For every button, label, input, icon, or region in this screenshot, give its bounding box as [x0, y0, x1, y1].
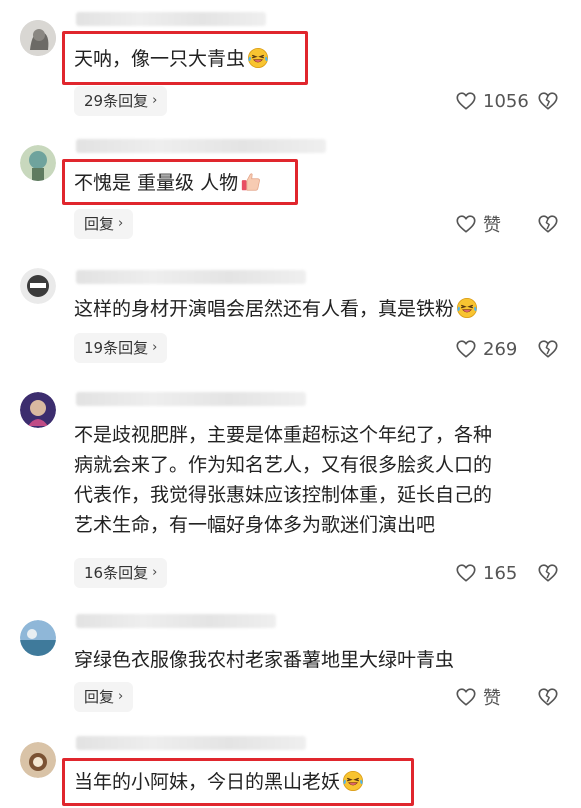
replies-button[interactable]: 29条回复 ›: [74, 86, 168, 116]
laugh-cry-emoji: [456, 297, 478, 319]
reply-button[interactable]: 回复 ›: [74, 209, 134, 239]
like-button[interactable]: 赞: [455, 682, 501, 712]
dislike-icon[interactable]: [537, 90, 559, 112]
avatar[interactable]: [20, 268, 56, 304]
comment-item: 当年的小阿妹，今日的黑山老妖: [0, 730, 581, 808]
like-button[interactable]: 165: [455, 558, 517, 588]
comment-item: 不愧是 重量级 人物 回复 › 赞: [0, 125, 581, 250]
username-blurred[interactable]: [76, 12, 266, 26]
comment-item: 不是歧视肥胖，主要是体重超标这个年纪了，各种 病就会来了。作为知名艺人，又有很多…: [0, 380, 581, 602]
comment-text: 天呐，像一只大青虫: [74, 44, 269, 74]
like-count: 165: [483, 562, 518, 584]
username-blurred[interactable]: [76, 392, 306, 406]
username-blurred[interactable]: [76, 736, 306, 750]
like-label: 赞: [483, 688, 501, 709]
like-button[interactable]: 269: [455, 334, 517, 364]
replies-button[interactable]: 16条回复 ›: [74, 558, 168, 588]
like-count: 1056: [483, 90, 529, 112]
heart-icon: [455, 90, 477, 112]
heart-icon: [455, 562, 477, 584]
username-blurred[interactable]: [76, 270, 306, 284]
dislike-icon[interactable]: [537, 213, 559, 235]
like-label: 赞: [483, 215, 501, 236]
dislike-icon[interactable]: [537, 338, 559, 360]
chevron-right-icon: ›: [152, 565, 158, 580]
comment-item: 天呐，像一只大青虫 29条回复 › 1056: [0, 0, 581, 125]
comment-text: 穿绿色衣服像我农村老家番薯地里大绿叶青虫: [74, 649, 455, 671]
avatar[interactable]: [20, 145, 56, 181]
like-count: 269: [483, 338, 518, 360]
like-button[interactable]: 赞: [455, 209, 501, 239]
thumbs-up-emoji: [240, 171, 262, 193]
username-blurred[interactable]: [76, 614, 276, 628]
heart-icon: [455, 213, 477, 235]
avatar[interactable]: [20, 620, 56, 656]
chevron-right-icon: ›: [118, 216, 124, 231]
avatar[interactable]: [20, 20, 56, 56]
comment-text: 不是歧视肥胖，主要是体重超标这个年纪了，各种 病就会来了。作为知名艺人，又有很多…: [74, 424, 493, 536]
comment-item: 穿绿色衣服像我农村老家番薯地里大绿叶青虫 回复 › 赞: [0, 602, 581, 730]
comment-text: 这样的身材开演唱会居然还有人看，真是铁粉: [74, 294, 478, 324]
dislike-icon[interactable]: [537, 562, 559, 584]
laugh-cry-emoji: [247, 47, 269, 69]
comment-item: 这样的身材开演唱会居然还有人看，真是铁粉 19条回复 › 269: [0, 250, 581, 380]
chevron-right-icon: ›: [118, 689, 124, 704]
avatar[interactable]: [20, 392, 56, 428]
like-button[interactable]: 1056: [455, 86, 529, 116]
dislike-icon[interactable]: [537, 686, 559, 708]
reply-button[interactable]: 回复 ›: [74, 682, 134, 712]
avatar[interactable]: [20, 742, 56, 778]
replies-button[interactable]: 19条回复 ›: [74, 333, 168, 363]
heart-icon: [455, 338, 477, 360]
chevron-right-icon: ›: [152, 340, 158, 355]
laugh-cry-emoji: [342, 770, 364, 792]
comment-text: 当年的小阿妹，今日的黑山老妖: [74, 767, 364, 797]
username-blurred[interactable]: [76, 139, 326, 153]
chevron-right-icon: ›: [152, 93, 158, 108]
comment-text: 不愧是 重量级 人物: [74, 168, 262, 198]
heart-icon: [455, 686, 477, 708]
